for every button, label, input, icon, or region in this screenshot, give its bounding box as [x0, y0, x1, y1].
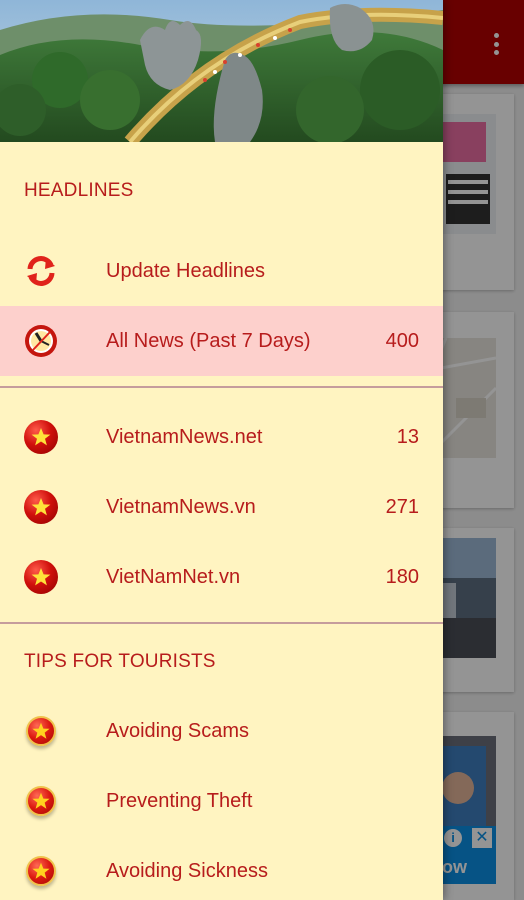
drawer-item-update-headlines[interactable]: Update Headlines	[0, 236, 443, 306]
drawer-item-label: All News (Past 7 Days)	[106, 329, 311, 352]
drawer-item-preventing-theft[interactable]: Preventing Theft	[0, 766, 443, 836]
refresh-icon	[24, 254, 58, 288]
drawer-item-label: VietNamNet.vn	[106, 565, 241, 588]
drawer-item-label: VietnamNews.vn	[106, 495, 256, 518]
star-badge-icon	[24, 714, 58, 748]
drawer-item-all-news-past-7-days[interactable]: All News (Past 7 Days) 400	[0, 306, 443, 376]
drawer-item-count: 13	[396, 425, 419, 448]
drawer-item-label: VietnamNews.net	[106, 425, 263, 448]
drawer-item-vietnamnews-net[interactable]: VietnamNews.net 13	[0, 402, 443, 472]
navigation-drawer: HEADLINES Update Headlines All News (Past …	[0, 0, 443, 900]
drawer-item-avoiding-sickness[interactable]: Avoiding Sickness	[0, 836, 443, 900]
vietnam-flag-icon	[24, 560, 58, 594]
vietnam-flag-icon	[24, 420, 58, 454]
star-badge-icon	[24, 854, 58, 888]
drawer-item-vietnamnet-vn[interactable]: VietNamNet.vn 180	[0, 542, 443, 612]
drawer-item-vietnamnews-vn[interactable]: VietnamNews.vn 271	[0, 472, 443, 542]
drawer-item-label: Preventing Theft	[106, 789, 253, 812]
star-badge-icon	[24, 784, 58, 818]
drawer-header-image	[0, 0, 443, 142]
golden-bridge-image	[0, 0, 443, 142]
drawer-item-label: Update Headlines	[106, 259, 265, 282]
vietnam-flag-icon	[24, 490, 58, 524]
drawer-item-avoiding-scams[interactable]: Avoiding Scams	[0, 696, 443, 766]
clock-icon	[24, 324, 58, 358]
drawer-item-label: Avoiding Sickness	[106, 859, 268, 882]
section-title-headlines: HEADLINES	[24, 180, 134, 201]
drawer-content: HEADLINES Update Headlines All News (Past …	[0, 142, 443, 900]
drawer-item-count: 400	[385, 329, 419, 352]
drawer-item-count: 271	[385, 495, 419, 518]
section-title-tips-for-tourists: TIPS FOR TOURISTS	[24, 651, 216, 672]
drawer-item-label: Avoiding Scams	[106, 719, 250, 742]
drawer-item-count: 180	[385, 565, 419, 588]
